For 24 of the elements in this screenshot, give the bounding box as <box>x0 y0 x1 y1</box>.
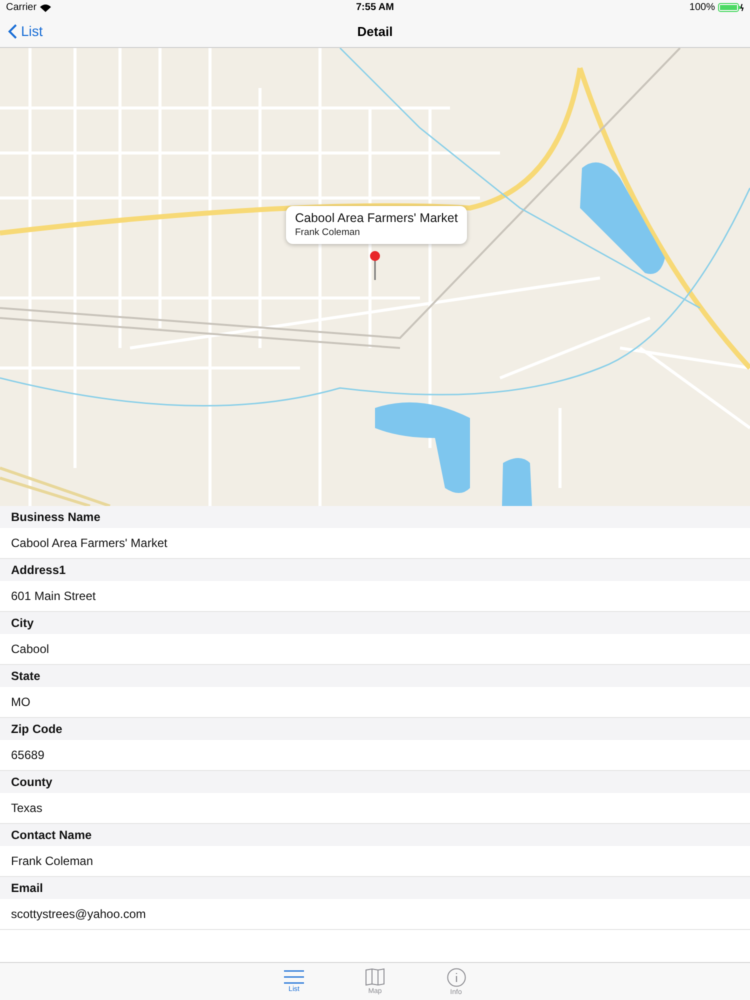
field-label: City <box>0 612 750 634</box>
info-icon <box>446 968 466 986</box>
menu-icon <box>284 970 304 984</box>
field-label: State <box>0 665 750 687</box>
battery-percentage: 100% <box>689 2 715 13</box>
field-label: Zip Code <box>0 718 750 740</box>
clock: 7:55 AM <box>356 2 394 13</box>
carrier-label: Carrier <box>6 2 37 13</box>
wifi-icon <box>40 4 51 12</box>
screen-title: Detail <box>357 24 393 38</box>
field-label: Business Name <box>0 506 750 528</box>
map-callout[interactable]: Cabool Area Farmers' Market Frank Coleman <box>286 206 467 244</box>
field-value: scottystrees@yahoo.com <box>0 899 750 930</box>
field-label: Email <box>0 877 750 899</box>
field-label: Address1 <box>0 559 750 581</box>
field-label: County <box>0 771 750 793</box>
folded-map-icon <box>365 968 385 986</box>
map-pin-icon[interactable] <box>369 250 381 280</box>
chevron-left-icon <box>8 24 17 38</box>
back-button[interactable]: List <box>8 23 43 39</box>
callout-subtitle: Frank Coleman <box>295 227 361 238</box>
field-label: Contact Name <box>0 824 750 846</box>
battery-icon <box>718 3 744 12</box>
callout-title: Cabool Area Farmers' Market <box>295 211 458 225</box>
